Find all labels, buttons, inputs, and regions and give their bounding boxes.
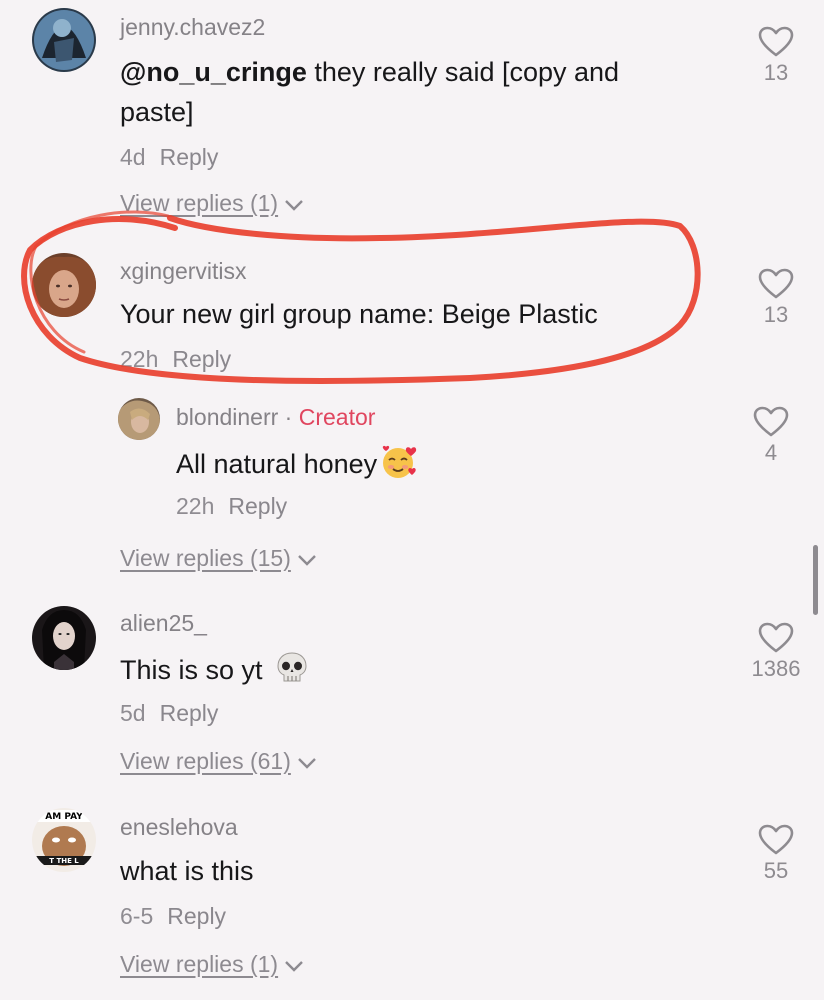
avatar[interactable] [32, 606, 96, 670]
heart-icon [758, 26, 794, 57]
timestamp: 5d [120, 700, 146, 726]
comment-meta: 22h Reply [120, 346, 231, 373]
like-count: 55 [763, 858, 789, 883]
heart-icon [758, 622, 794, 653]
reply-button[interactable]: Reply [167, 903, 226, 929]
like-count: 4 [764, 440, 778, 465]
avatar[interactable] [118, 398, 160, 440]
heart-icon [753, 406, 789, 437]
username[interactable]: blondinerr · Creator [176, 404, 375, 431]
like-count: 13 [763, 60, 789, 85]
smiling-face-with-hearts-emoji [382, 445, 417, 478]
scrollbar[interactable] [813, 545, 818, 615]
comment-text: All natural honey [176, 444, 756, 484]
username[interactable]: jenny.chavez2 [120, 14, 265, 41]
reply-button[interactable]: Reply [160, 144, 219, 170]
like-button[interactable]: 13 [746, 268, 806, 328]
svg-text:T THE L: T THE L [49, 857, 79, 865]
comment-text: @no_u_cringe they really said [copy and … [120, 52, 700, 132]
heart-icon [758, 268, 794, 299]
avatar[interactable] [32, 8, 96, 72]
like-button[interactable]: 4 [741, 406, 801, 466]
creator-badge: Creator [298, 404, 376, 430]
like-count: 13 [763, 302, 789, 327]
comment-text: Your new girl group name: Beige Plastic [120, 299, 598, 329]
chevron-down-icon [298, 555, 316, 566]
separator: · [278, 404, 299, 430]
like-button[interactable]: 1386 [746, 622, 806, 682]
view-replies-link[interactable]: View replies (1) [120, 951, 304, 978]
skull-emoji [277, 652, 307, 682]
view-replies-link[interactable]: View replies (1) [120, 190, 304, 217]
username[interactable]: xgingervitisx [120, 258, 247, 285]
chevron-down-icon [298, 758, 316, 769]
view-replies-link[interactable]: View replies (61) [120, 748, 317, 775]
heart-icon [758, 824, 794, 855]
comment-meta: 22h Reply [176, 493, 287, 520]
timestamp: 4d [120, 144, 146, 170]
like-button[interactable]: 13 [746, 26, 806, 86]
username[interactable]: eneslehova [120, 814, 238, 841]
reply-button[interactable]: Reply [160, 700, 219, 726]
username[interactable]: alien25_ [120, 610, 207, 637]
timestamp: 22h [120, 346, 159, 372]
like-button[interactable]: 55 [746, 824, 806, 884]
mention-link[interactable]: @no_u_cringe [120, 57, 307, 87]
chevron-down-icon [285, 200, 303, 211]
comment-text: This is so yt [120, 650, 700, 690]
view-replies-link[interactable]: View replies (15) [120, 545, 317, 572]
avatar[interactable]: AM PAY T THE L [32, 808, 96, 872]
comment-meta: 4d Reply [120, 144, 218, 171]
chevron-down-icon [285, 961, 303, 972]
timestamp: 22h [176, 493, 215, 519]
comment-meta: 5d Reply [120, 700, 218, 727]
svg-text:AM PAY: AM PAY [45, 812, 83, 822]
comment-text: what is this [120, 856, 254, 886]
avatar[interactable] [32, 253, 96, 317]
reply-button[interactable]: Reply [228, 493, 287, 519]
like-count: 1386 [751, 656, 801, 681]
reply-button[interactable]: Reply [172, 346, 231, 372]
comment-meta: 6-5 Reply [120, 903, 226, 930]
timestamp: 6-5 [120, 903, 154, 929]
